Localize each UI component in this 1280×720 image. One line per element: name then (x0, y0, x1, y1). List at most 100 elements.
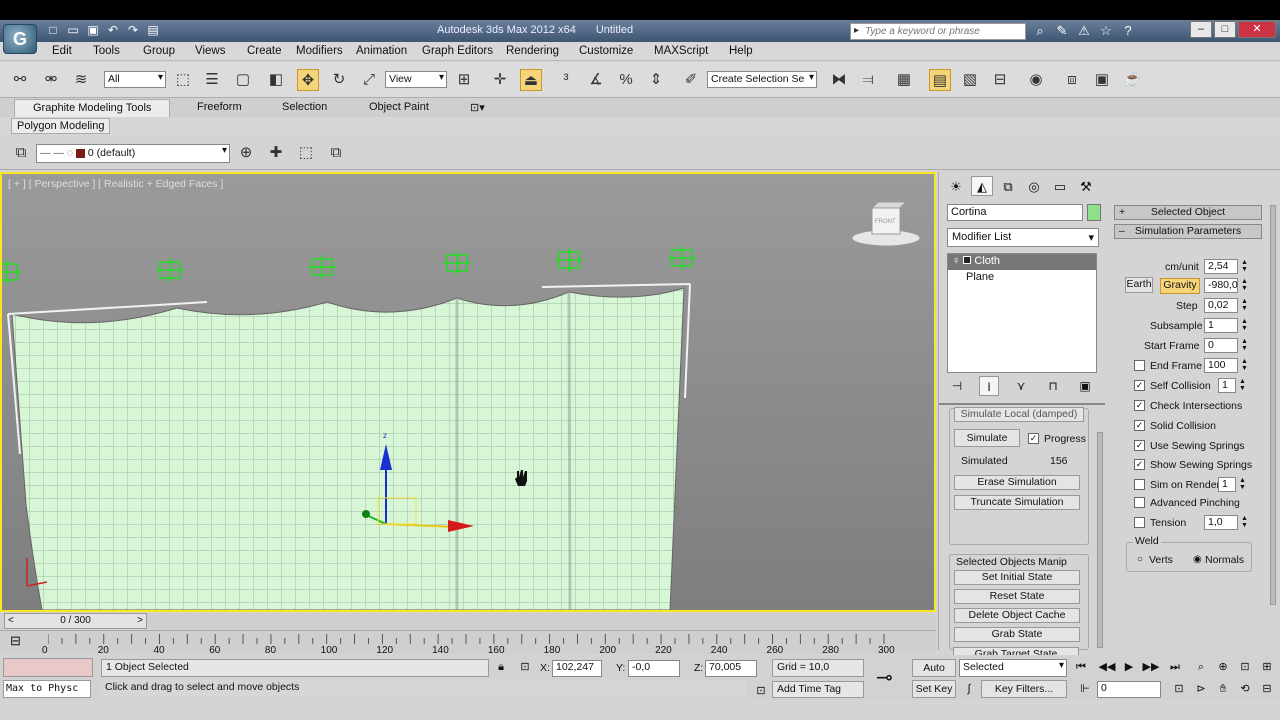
align-icon[interactable]: ⫤ (857, 69, 879, 91)
zoom-all-icon[interactable]: ⊕ (1214, 659, 1232, 675)
remove-modifier-icon[interactable]: ⊓ (1043, 376, 1063, 396)
maximize-viewport-icon[interactable]: ⊟ (1258, 681, 1276, 697)
orbit-icon[interactable]: ⟲ (1236, 681, 1254, 697)
reference-coordinate-dropdown[interactable]: View (385, 71, 447, 88)
current-layer-dropdown[interactable]: — — ◌ 0 (default) (36, 144, 230, 163)
layer-manager-icon[interactable]: ⧉ (10, 142, 32, 164)
truncate-simulation-button[interactable]: Truncate Simulation (954, 495, 1080, 510)
menu-help[interactable]: Help (729, 45, 753, 57)
snaps-toggle-icon[interactable]: ³ (555, 69, 577, 91)
simulation-parameters-rollout-header[interactable]: – Simulation Parameters (1114, 224, 1262, 239)
maxscript-mini-listener[interactable]: Max to Physc (3, 680, 91, 698)
tension-input[interactable]: 1,0 (1204, 515, 1238, 530)
play-icon[interactable]: ▶ (1120, 659, 1138, 675)
key-mode-dropdown[interactable]: Selected (959, 659, 1067, 677)
go-to-end-icon[interactable]: ⏭ (1166, 659, 1184, 675)
menu-modifiers[interactable]: Modifiers (296, 45, 343, 57)
maximize-button[interactable]: □ (1214, 21, 1236, 38)
selection-filter-dropdown[interactable]: All (104, 71, 166, 88)
ribbon-options-dropdown-icon[interactable]: ⊡▾ (470, 101, 485, 114)
save-icon[interactable]: ▣ (85, 23, 101, 38)
weld-normals-radio[interactable]: ◉ (1193, 554, 1202, 565)
show-end-result-icon[interactable]: I (979, 376, 999, 396)
simulate-button[interactable]: Simulate (954, 429, 1020, 447)
window-crossing-icon[interactable]: ◧ (265, 69, 287, 91)
modifier-list-dropdown[interactable]: Modifier List (947, 228, 1099, 247)
go-to-start-icon[interactable]: ⏮ (1072, 659, 1090, 675)
manipulate-icon[interactable]: ✛ (489, 69, 511, 91)
graphite-toggle-icon[interactable]: ▤ (929, 69, 951, 91)
layer-manager-icon[interactable]: ▦ (893, 69, 915, 91)
menu-graph-editors[interactable]: Graph Editors (422, 45, 493, 57)
communication-icon[interactable]: ⚠ (1076, 23, 1092, 39)
curve-editor-icon[interactable]: ▧ (959, 69, 981, 91)
undo-icon[interactable]: ↶ (105, 23, 121, 38)
unlink-icon[interactable]: ⚮ (40, 69, 62, 91)
tab-freeform[interactable]: Freeform (197, 101, 242, 113)
absolute-offset-mode-icon[interactable]: ⊡ (516, 659, 534, 675)
key-filters-button[interactable]: Key Filters... (981, 680, 1067, 698)
simulate-local-damped-button[interactable]: Simulate Local (damped) (954, 407, 1084, 422)
render-setup-icon[interactable]: ⧈ (1061, 69, 1083, 91)
reset-state-button[interactable]: Reset State (954, 589, 1080, 604)
menu-create[interactable]: Create (247, 45, 282, 57)
grab-state-button[interactable]: Grab State (954, 627, 1080, 642)
default-in-out-tangent-icon[interactable]: ∫ (960, 681, 978, 697)
end-frame-checkbox[interactable] (1134, 360, 1145, 371)
set-key-button[interactable]: Set Key (912, 680, 956, 698)
use-sewing-springs-checkbox[interactable]: ✓ (1134, 440, 1145, 451)
menu-maxscript[interactable]: MAXScript (654, 45, 708, 57)
menu-group[interactable]: Group (143, 45, 175, 57)
y-coordinate-input[interactable]: -0,0 (628, 660, 680, 677)
lightbulb-icon[interactable]: ♀ (952, 255, 960, 267)
mini-curve-editor-icon[interactable]: ⊟ (10, 633, 21, 649)
cm-unit-spinner-icon[interactable]: ▲ ▼ (1240, 259, 1249, 274)
check-intersections-checkbox[interactable]: ✓ (1134, 400, 1145, 411)
step-input[interactable]: 0,02 (1204, 298, 1238, 313)
auto-key-button[interactable]: Auto Key (912, 659, 956, 690)
rendered-frame-icon[interactable]: ▣ (1091, 69, 1113, 91)
search-input[interactable]: Type a keyword or phrase (850, 23, 1026, 40)
tab-graphite-modeling-tools[interactable]: Graphite Modeling Tools (14, 99, 171, 117)
select-in-layer-icon[interactable]: ⬚ (295, 142, 317, 164)
erase-simulation-button[interactable]: Erase Simulation (954, 475, 1080, 490)
subsample-input[interactable]: 1 (1204, 318, 1238, 333)
spinner-snap-icon[interactable]: ⇕ (645, 69, 667, 91)
percent-snap-icon[interactable]: % (615, 69, 637, 91)
gravity-toggle[interactable]: Gravity (1160, 278, 1200, 294)
app-logo-icon[interactable]: G (3, 24, 37, 54)
zoom-extents-all-icon[interactable]: ⊞ (1258, 659, 1276, 675)
angle-snap-icon[interactable]: ∡ (585, 69, 607, 91)
open-file-icon[interactable]: ▭ (65, 23, 81, 38)
next-frame-icon[interactable]: ▶▶ (1142, 659, 1160, 675)
set-key-mode-icon[interactable]: ⊸ (876, 665, 893, 690)
z-coordinate-input[interactable]: 70,005 (705, 660, 757, 677)
tension-checkbox[interactable] (1134, 517, 1145, 528)
edit-named-selection-icon[interactable]: ✐ (680, 69, 702, 91)
end-frame-spinner-icon[interactable]: ▲ ▼ (1240, 358, 1249, 373)
pan-view-icon[interactable]: ✋︎ (1214, 681, 1232, 697)
viewport-scene[interactable]: z FRONT (2, 174, 934, 610)
menu-tools[interactable]: Tools (93, 45, 120, 57)
sim-on-render-spinner-icon[interactable]: ▲ ▼ (1238, 477, 1247, 492)
new-layer-icon[interactable]: ⊕ (235, 142, 257, 164)
gravity-input[interactable]: -980,0 (1204, 278, 1238, 293)
gravity-spinner-icon[interactable]: ▲ ▼ (1240, 278, 1249, 293)
field-of-view-icon[interactable]: ⊳ (1192, 681, 1210, 697)
set-current-layer-icon[interactable]: ⧉ (325, 142, 347, 164)
show-sewing-springs-checkbox[interactable]: ✓ (1134, 459, 1145, 470)
step-spinner-icon[interactable]: ▲ ▼ (1240, 298, 1249, 313)
current-frame-input[interactable]: 0 (1097, 681, 1161, 698)
self-collision-checkbox[interactable]: ✓ (1134, 380, 1145, 391)
new-file-icon[interactable]: □ (45, 23, 61, 38)
material-editor-icon[interactable]: ◉ (1025, 69, 1047, 91)
project-folder-icon[interactable]: ▤ (145, 23, 161, 38)
progress-checkbox[interactable]: ✓ (1028, 433, 1039, 444)
end-frame-input[interactable]: 100 (1204, 358, 1238, 373)
help-icon[interactable]: ? (1120, 23, 1136, 39)
select-and-rotate-icon[interactable]: ↻ (328, 69, 350, 91)
configure-modifier-sets-icon[interactable]: ▣ (1075, 376, 1095, 396)
rectangular-selection-icon[interactable]: ▢ (232, 69, 254, 91)
schematic-view-icon[interactable]: ⊟ (989, 69, 1011, 91)
select-and-move-icon[interactable]: ✥ (297, 69, 319, 91)
